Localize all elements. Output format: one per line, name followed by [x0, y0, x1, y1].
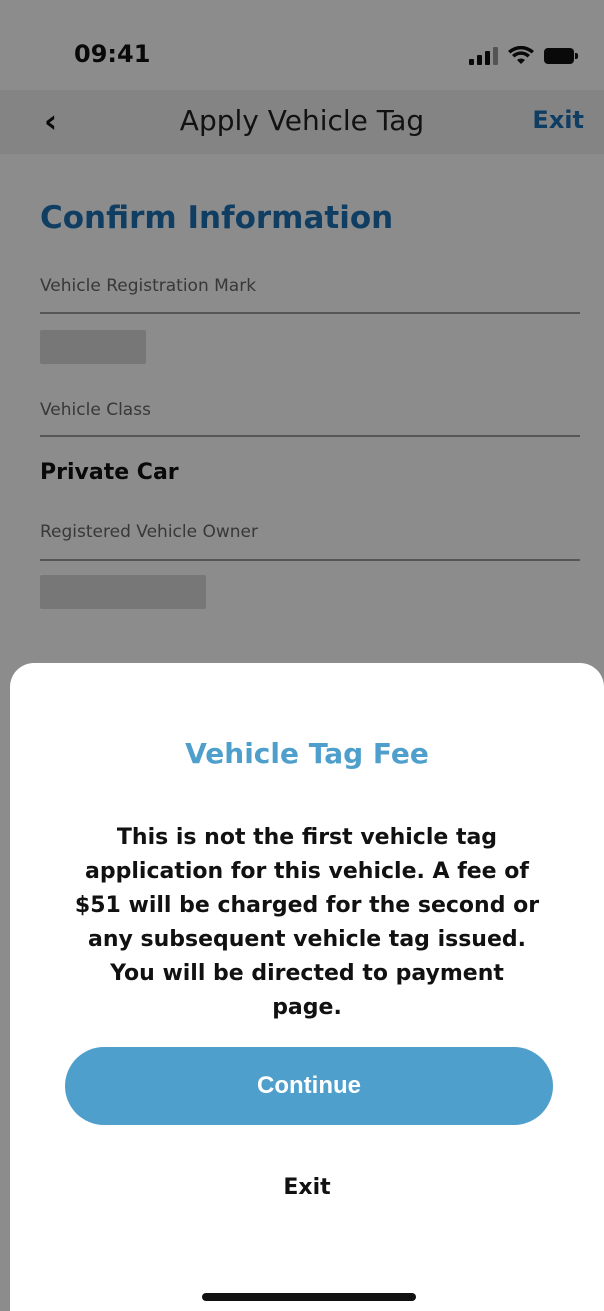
dialog-message: This is not the first vehicle tag applic… [74, 825, 540, 1020]
dialog-exit-button[interactable]: Exit [10, 1175, 604, 1200]
screen: 09:41 ‹ Apply Vehicle Tag Exit Confirm I… [0, 0, 604, 1311]
continue-button[interactable]: Continue [65, 1047, 553, 1125]
home-indicator[interactable] [202, 1293, 416, 1301]
dialog-title: Vehicle Tag Fee [185, 737, 429, 770]
fee-dialog-sheet: Vehicle Tag Fee This is not the first ve… [10, 663, 604, 1311]
